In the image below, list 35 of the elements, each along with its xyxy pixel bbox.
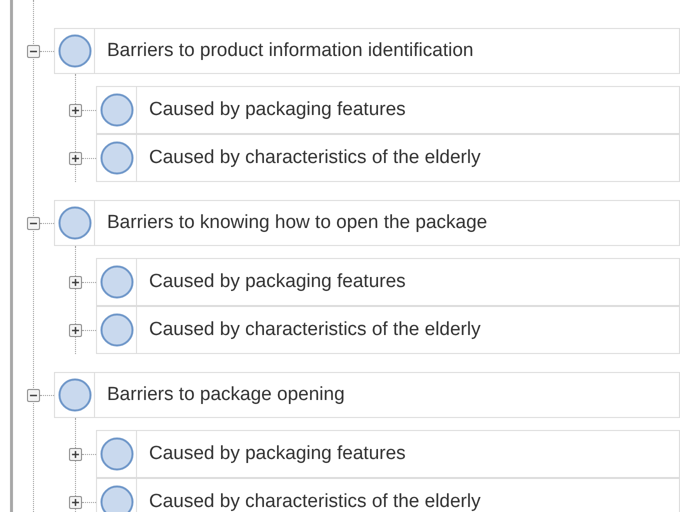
expand-icon[interactable] (69, 324, 82, 336)
expand-icon[interactable] (69, 448, 82, 460)
circle-icon (100, 93, 134, 127)
tree-node[interactable]: Barriers to package opening (54, 372, 680, 418)
node-label: Barriers to package opening (107, 382, 345, 407)
node-label: Caused by packaging features (149, 270, 406, 294)
collapse-icon[interactable] (27, 216, 40, 230)
tree-node[interactable]: Caused by packaging features (96, 86, 680, 134)
tree-node[interactable]: Caused by characteristics of the elderly (96, 306, 680, 354)
tree-node[interactable]: Caused by characteristics of the elderly (96, 478, 680, 512)
expand-icon[interactable] (69, 496, 82, 508)
expand-icon[interactable] (69, 152, 82, 164)
node-label: Caused by characteristics of the elderly (149, 318, 481, 342)
node-label: Caused by packaging features (149, 442, 406, 466)
circle-icon (100, 313, 134, 347)
tree-node[interactable]: Caused by characteristics of the elderly (96, 134, 680, 182)
tree-node[interactable]: Barriers to knowing how to open the package (54, 200, 680, 246)
circle-icon (58, 378, 92, 412)
circle-icon (100, 141, 134, 175)
circle-icon (58, 206, 92, 240)
node-label: Caused by packaging features (149, 98, 406, 122)
expand-icon[interactable] (69, 104, 82, 116)
tree-node[interactable]: Caused by packaging features (96, 258, 680, 306)
collapse-icon[interactable] (27, 388, 40, 402)
node-label: Barriers to knowing how to open the package (107, 210, 488, 235)
circle-icon (100, 437, 134, 471)
tree-node[interactable]: Barriers to product information identification (54, 28, 680, 74)
circle-icon (100, 265, 134, 299)
circle-icon (58, 34, 92, 68)
node-label: Caused by characteristics of the elderly (149, 146, 481, 170)
node-label: Barriers to product information identification (107, 38, 474, 63)
expand-icon[interactable] (69, 276, 82, 288)
tree-node[interactable]: Caused by packaging features (96, 430, 680, 478)
collapse-icon[interactable] (27, 44, 40, 58)
node-label: Caused by characteristics of the elderly (149, 490, 481, 512)
